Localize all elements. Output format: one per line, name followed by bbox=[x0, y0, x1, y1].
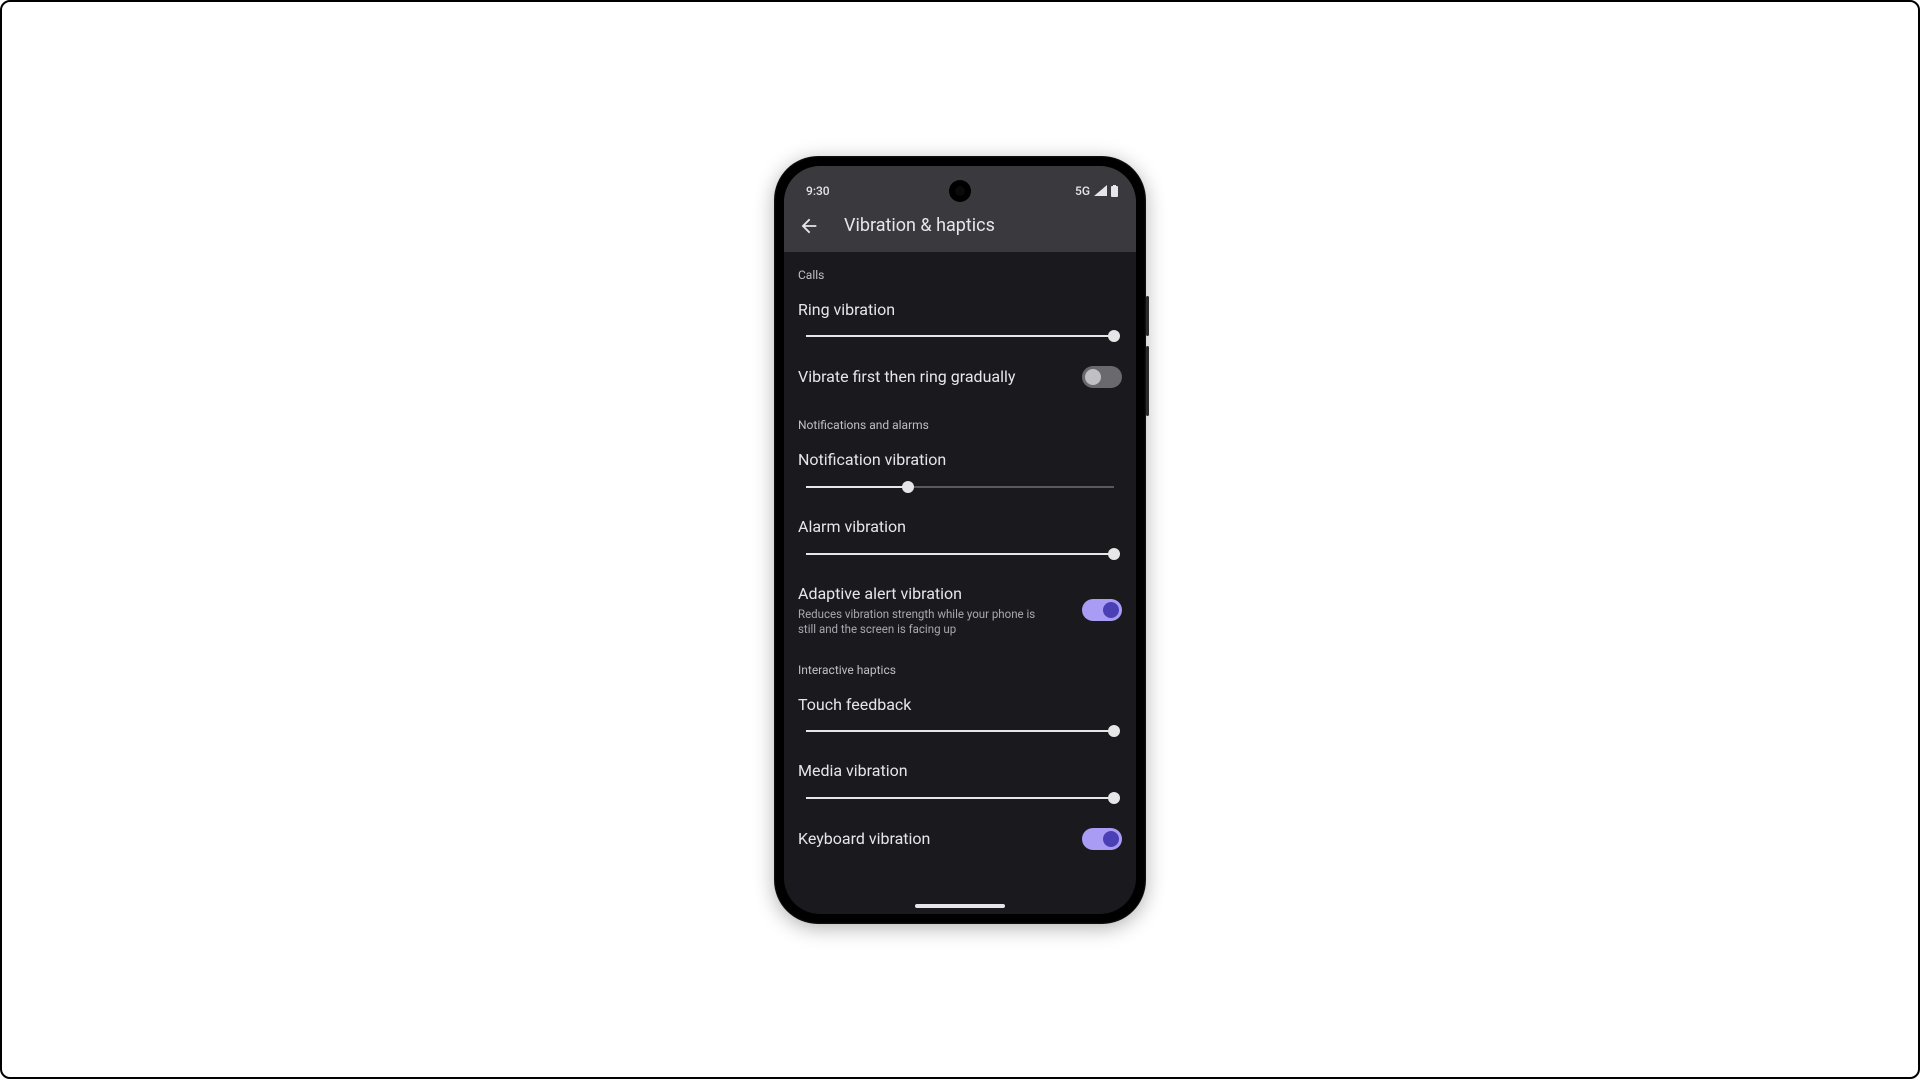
notification-vibration-slider[interactable] bbox=[806, 481, 1114, 493]
ring-vibration-label: Ring vibration bbox=[798, 300, 895, 321]
notification-vibration-label: Notification vibration bbox=[798, 450, 946, 471]
status-time: 9:30 bbox=[806, 184, 830, 198]
signal-icon bbox=[1094, 185, 1107, 196]
adaptive-alert-row[interactable]: Adaptive alert vibration Reduces vibrati… bbox=[798, 574, 1122, 641]
media-vibration-row: Media vibration bbox=[798, 751, 1122, 786]
alarm-vibration-row: Alarm vibration bbox=[798, 507, 1122, 542]
adaptive-alert-desc: Reduces vibration strength while your ph… bbox=[798, 607, 1048, 637]
keyboard-vibration-row[interactable]: Keyboard vibration bbox=[798, 818, 1122, 854]
alarm-vibration-slider[interactable] bbox=[806, 548, 1114, 560]
keyboard-vibration-label: Keyboard vibration bbox=[798, 829, 930, 850]
page-title: Vibration & haptics bbox=[844, 215, 995, 236]
network-label: 5G bbox=[1075, 184, 1090, 198]
nav-bar-handle[interactable] bbox=[915, 904, 1005, 908]
section-header-interactive: Interactive haptics bbox=[798, 641, 1122, 685]
media-vibration-label: Media vibration bbox=[798, 761, 908, 782]
touch-feedback-slider[interactable] bbox=[806, 725, 1114, 737]
status-right: 5G bbox=[1075, 184, 1118, 198]
vibrate-first-toggle[interactable] bbox=[1082, 366, 1122, 388]
section-header-calls: Calls bbox=[798, 252, 1122, 290]
back-arrow-icon[interactable] bbox=[798, 215, 820, 237]
media-vibration-slider[interactable] bbox=[806, 792, 1114, 804]
notification-vibration-row: Notification vibration bbox=[798, 440, 1122, 475]
ring-vibration-slider[interactable] bbox=[806, 330, 1114, 342]
vibrate-first-label: Vibrate first then ring gradually bbox=[798, 367, 1015, 388]
adaptive-alert-label: Adaptive alert vibration bbox=[798, 584, 1070, 605]
keyboard-vibration-toggle[interactable] bbox=[1082, 828, 1122, 850]
phone-frame: 9:30 5G Vibration & haptics Calls Ring v… bbox=[774, 156, 1146, 924]
settings-content: Calls Ring vibration Vibrate first then … bbox=[784, 252, 1136, 892]
camera-notch bbox=[949, 180, 971, 202]
page-header: Vibration & haptics bbox=[784, 200, 1136, 252]
ring-vibration-row: Ring vibration bbox=[798, 290, 1122, 325]
vibrate-first-row[interactable]: Vibrate first then ring gradually bbox=[798, 356, 1122, 392]
alarm-vibration-label: Alarm vibration bbox=[798, 517, 906, 538]
side-button-1 bbox=[1146, 296, 1149, 336]
side-button-2 bbox=[1146, 346, 1149, 416]
touch-feedback-label: Touch feedback bbox=[798, 695, 911, 716]
battery-icon bbox=[1111, 185, 1118, 197]
section-header-notifications: Notifications and alarms bbox=[798, 392, 1122, 440]
adaptive-alert-toggle[interactable] bbox=[1082, 599, 1122, 621]
touch-feedback-row: Touch feedback bbox=[798, 685, 1122, 720]
phone-screen: 9:30 5G Vibration & haptics Calls Ring v… bbox=[784, 166, 1136, 914]
